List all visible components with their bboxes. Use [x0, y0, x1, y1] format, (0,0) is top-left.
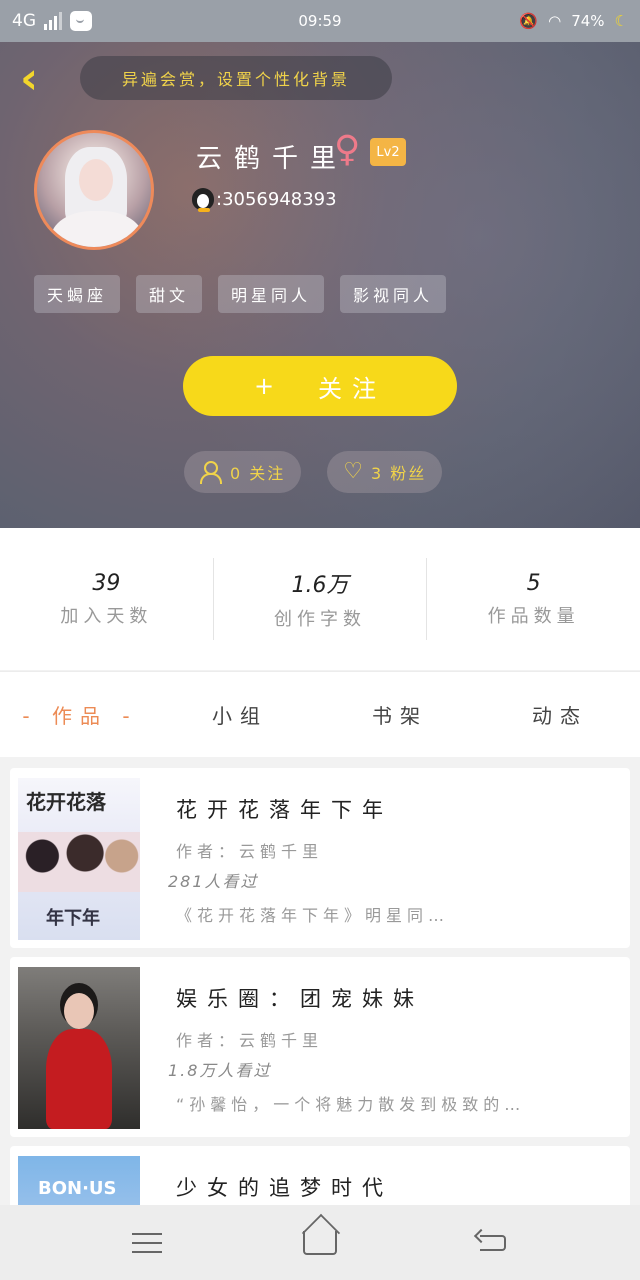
works-list: 花开花落 年下年 花开花落年下年 作者：云鹤千里 281人看过 《花开花落年下年… — [0, 757, 640, 1205]
plus-icon: + — [253, 372, 285, 400]
work-description: “孙馨怡，一个将魅力散发到极致的… — [176, 1095, 526, 1114]
following-button[interactable]: 0 关注 — [184, 451, 302, 493]
wifi-icon: ◠ — [548, 12, 562, 30]
work-description: 《花开花落年下年》明星同… — [176, 906, 450, 925]
cover-title: 花开花落 — [26, 790, 106, 814]
work-cover: 花开花落 年下年 — [18, 778, 140, 940]
cover-title: BON·US — [38, 1178, 117, 1199]
work-author: 作者：云鹤千里 — [176, 1031, 324, 1050]
stat-word-count: 1.6万 创作字数 — [214, 558, 428, 640]
fans-button[interactable]: ♡ 3 粉丝 — [327, 451, 443, 493]
heart-icon: ♡ — [343, 459, 366, 484]
follow-button[interactable]: + 关注 — [183, 356, 457, 416]
mute-icon: 🔕 — [519, 12, 539, 30]
work-card[interactable]: BON·US 少女的追梦时代 — [10, 1146, 630, 1205]
add-person-icon — [200, 461, 224, 484]
stat-label: 作品数量 — [487, 605, 580, 627]
follow-label: 关注 — [318, 374, 387, 403]
battery-level: 74% — [571, 12, 605, 30]
menu-icon — [131, 1232, 162, 1253]
status-bar: 4G 09:59 🔕 ◠ 74% ☾ — [0, 0, 640, 42]
female-icon: ♀ — [334, 129, 361, 170]
tag-item[interactable]: 明星同人 — [218, 275, 325, 313]
home-icon — [302, 1230, 337, 1255]
stat-value: 5 — [526, 570, 541, 596]
work-title: 娱乐圈：团宠妹妹 — [176, 987, 424, 1011]
moon-icon: ☾ — [614, 12, 628, 30]
tab-bar: - 作品 - 小组 书架 动态 — [0, 671, 640, 757]
back-button[interactable] — [470, 1223, 516, 1263]
tag-item[interactable]: 天蝎座 — [34, 275, 121, 313]
home-button[interactable] — [297, 1223, 343, 1263]
stat-join-days: 39 加入天数 — [0, 558, 214, 640]
tab-activity[interactable]: 动态 — [480, 700, 640, 729]
system-nav-bar — [0, 1205, 640, 1280]
tag-list: 天蝎座 甜文 明星同人 影视同人 — [34, 275, 447, 313]
work-card[interactable]: 花开花落 年下年 花开花落年下年 作者：云鹤千里 281人看过 《花开花落年下年… — [10, 768, 630, 948]
tag-item[interactable]: 影视同人 — [340, 275, 447, 313]
tab-bookshelf[interactable]: 书架 — [320, 700, 480, 729]
fans-count: 3 粉丝 — [371, 464, 427, 483]
stat-value: 39 — [92, 570, 121, 596]
menu-button[interactable] — [124, 1223, 170, 1263]
back-icon[interactable]: ‹ — [20, 57, 50, 101]
qq-number: :3056948393 — [216, 188, 337, 210]
qq-row: :3056948393 — [192, 188, 337, 212]
notification-icon — [70, 11, 92, 31]
work-title: 少女的追梦时代 — [176, 1176, 393, 1200]
work-title: 花开花落年下年 — [176, 798, 393, 822]
tab-works[interactable]: - 作品 - — [0, 700, 160, 729]
work-author: 作者：云鹤千里 — [176, 842, 324, 861]
work-card[interactable]: 娱乐圈：团宠妹妹 作者：云鹤千里 1.8万人看过 “孙馨怡，一个将魅力散发到极致… — [10, 957, 630, 1137]
username: 云鹤千里 — [196, 144, 349, 174]
work-views: 281人看过 — [168, 872, 259, 891]
custom-background-button[interactable]: 异遍会赏，设置个性化背景 — [80, 56, 392, 100]
cover-subtitle: 年下年 — [46, 908, 100, 929]
stat-label: 创作字数 — [274, 609, 366, 630]
return-icon — [480, 1234, 507, 1251]
following-count: 0 关注 — [230, 464, 286, 483]
avatar[interactable] — [34, 130, 154, 250]
profile-header: ‹ 异遍会赏，设置个性化背景 云鹤千里 ♀ Lv2 :3056948393 天蝎… — [0, 42, 640, 528]
level-badge: Lv2 — [370, 138, 406, 166]
tab-groups[interactable]: 小组 — [160, 700, 320, 729]
network-label: 4G — [12, 11, 36, 31]
penguin-icon — [192, 188, 214, 212]
work-cover — [18, 967, 140, 1129]
stats-row: 39 加入天数 1.6万 创作字数 5 作品数量 — [0, 528, 640, 670]
signal-icon — [44, 12, 62, 30]
stat-works-count: 5 作品数量 — [427, 558, 640, 640]
work-cover: BON·US — [18, 1156, 140, 1205]
stat-label: 加入天数 — [60, 605, 153, 627]
tag-item[interactable]: 甜文 — [136, 275, 203, 313]
stat-value: 1.6万 — [291, 573, 349, 598]
work-views: 1.8万人看过 — [168, 1061, 272, 1080]
